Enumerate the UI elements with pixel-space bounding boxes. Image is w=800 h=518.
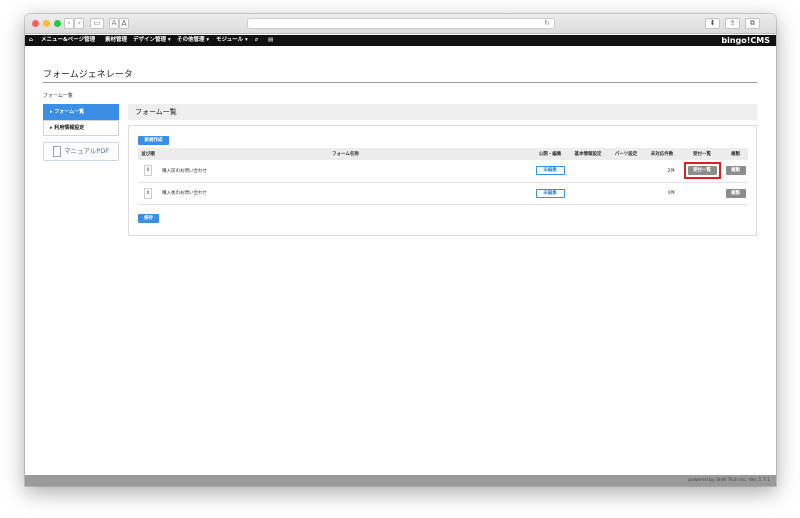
font-larger-button[interactable]: A	[119, 18, 129, 29]
browser-window: ‹ › ▭ A A ↻ ⬇ ⇪ ⧉ ⌂ メニュー&ページ管理 素材管理 デザイン…	[25, 14, 776, 486]
table-row: 0 購入前のお問い合わせ 未編集 2件 受付一覧 複製	[138, 160, 748, 183]
pdf-icon	[53, 146, 61, 157]
back-button[interactable]: ‹	[64, 18, 74, 29]
home-icon[interactable]: ⌂	[29, 35, 33, 46]
browser-toolbar: ‹ › ▭ A A ↻ ⬇ ⇪ ⧉	[25, 14, 776, 34]
reception-list-button[interactable]: 受付一覧	[687, 166, 717, 176]
footer: powered by Shift Tech Inc. Ver. 1.7.1	[25, 475, 776, 486]
nav-assets[interactable]: 素材管理	[105, 35, 127, 46]
font-smaller-button[interactable]: A	[109, 18, 119, 29]
new-form-button[interactable]: 新規作成	[138, 136, 169, 145]
pending-count: 0件	[643, 182, 681, 205]
form-list-panel: 新規作成 並び順 フォーム名称 公開・編集 基本情報設定 パーツ設定 未対応件数…	[128, 125, 757, 236]
sidebar-item-usage-settings[interactable]: ▸ 利用情報設定	[43, 120, 119, 136]
reception-cell	[681, 182, 723, 205]
page-title: フォームジェネレータ	[43, 70, 133, 80]
order-input[interactable]: 0	[144, 165, 152, 177]
download-icon[interactable]: ⬇	[705, 18, 720, 29]
col-publish-edit: 公開・編集	[533, 148, 567, 160]
form-name: 購入後のお問い合わせ	[158, 182, 533, 205]
col-pending-count: 未対応件数	[643, 148, 681, 160]
save-button[interactable]: 保存	[138, 214, 159, 223]
highlight-box: 受付一覧	[683, 162, 721, 180]
col-parts-settings: パーツ設定	[609, 148, 643, 160]
document-icon[interactable]: ▤	[268, 35, 273, 46]
edit-button[interactable]: 未編集	[535, 166, 565, 176]
sidebar-toggle-icon[interactable]: ▭	[90, 18, 104, 29]
share-icon[interactable]: ⇪	[725, 18, 740, 29]
table-row: 0 購入後のお問い合わせ 未編集 0件 複製	[138, 182, 748, 205]
nav-other[interactable]: その他管理 ▾	[177, 35, 209, 46]
breadcrumb: フォーム一覧	[43, 93, 73, 99]
window-controls	[32, 20, 61, 27]
cms-navbar: ⌂ メニュー&ページ管理 素材管理 デザイン管理 ▾ その他管理 ▾ モジュール…	[25, 35, 776, 46]
col-basic-settings: 基本情報設定	[567, 148, 609, 160]
reload-icon[interactable]: ↻	[544, 19, 550, 28]
close-window-button[interactable]	[32, 20, 39, 27]
duplicate-button[interactable]: 複製	[725, 188, 746, 198]
nav-module[interactable]: モジュール ▾	[216, 35, 248, 46]
manual-pdf-label: マニュアルPDF	[64, 147, 109, 155]
table-header-row: 並び順 フォーム名称 公開・編集 基本情報設定 パーツ設定 未対応件数 受付一覧…	[138, 148, 748, 160]
nav-menu-page[interactable]: メニュー&ページ管理	[41, 35, 95, 46]
pending-count: 2件	[643, 160, 681, 183]
address-bar[interactable]: ↻	[247, 18, 555, 29]
edit-button[interactable]: 未編集	[535, 188, 565, 198]
tabs-icon[interactable]: ⧉	[745, 18, 760, 29]
col-form-name: フォーム名称	[158, 148, 533, 160]
minimize-window-button[interactable]	[43, 20, 50, 27]
form-table: 並び順 フォーム名称 公開・編集 基本情報設定 パーツ設定 未対応件数 受付一覧…	[138, 148, 748, 205]
search-icon[interactable]: ⌕	[255, 35, 258, 46]
col-duplicate: 複製	[723, 148, 748, 160]
panel-heading: フォーム一覧	[128, 104, 757, 120]
forward-button[interactable]: ›	[74, 18, 84, 29]
sidebar-item-form-list[interactable]: ▸ フォーム一覧	[43, 104, 119, 120]
sidebar: ▸ フォーム一覧 ▸ 利用情報設定	[43, 104, 119, 136]
nav-design[interactable]: デザイン管理 ▾	[133, 35, 171, 46]
manual-pdf-button[interactable]: マニュアルPDF	[43, 142, 119, 161]
zoom-window-button[interactable]	[54, 20, 61, 27]
order-input[interactable]: 0	[144, 187, 152, 199]
col-reception-list: 受付一覧	[681, 148, 723, 160]
col-order: 並び順	[138, 148, 158, 160]
title-divider	[43, 82, 757, 83]
duplicate-button[interactable]: 複製	[725, 166, 746, 176]
brand-logo: bingo!CMS	[721, 36, 770, 45]
form-name: 購入前のお問い合わせ	[158, 160, 533, 183]
